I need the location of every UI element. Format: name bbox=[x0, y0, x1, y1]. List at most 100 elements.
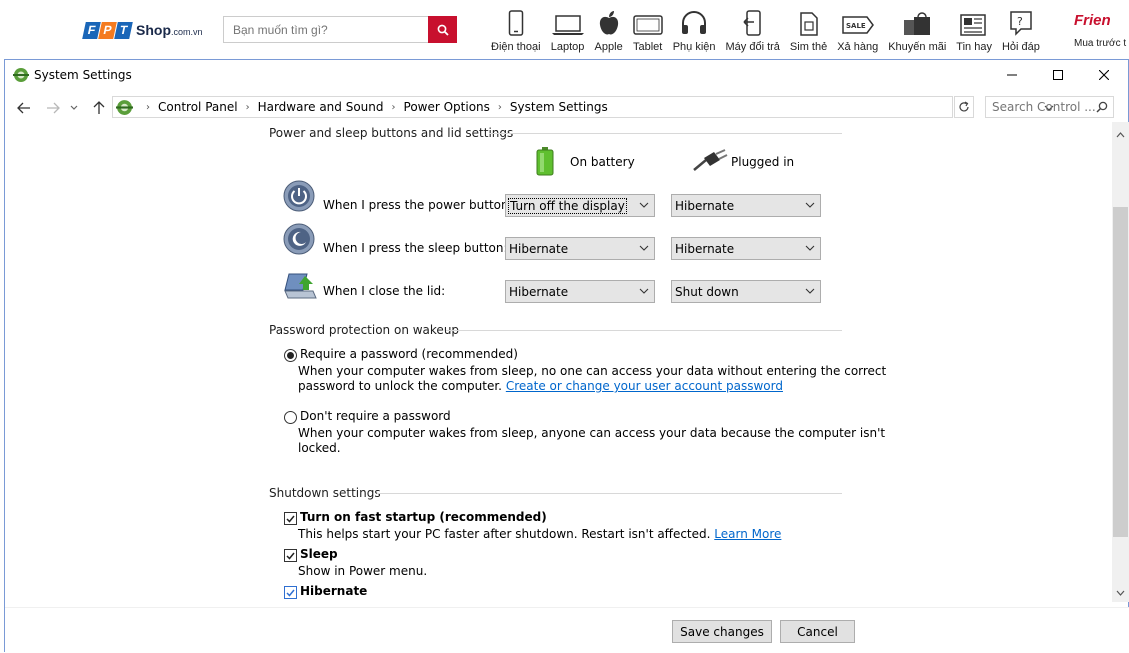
window-title: System Settings bbox=[34, 68, 132, 82]
scroll-down-button[interactable] bbox=[1116, 588, 1125, 597]
control-panel-search-input[interactable] bbox=[992, 100, 1096, 114]
forward-button[interactable] bbox=[43, 99, 63, 117]
category-phu-kien[interactable]: Phụ kiện bbox=[670, 4, 719, 54]
save-changes-button[interactable]: Save changes bbox=[672, 620, 772, 643]
logo-letter: T bbox=[114, 21, 133, 39]
fpt-shop-logo[interactable]: F P T Shop .com.vn bbox=[82, 16, 203, 44]
change-password-link[interactable]: Create or change your user account passw… bbox=[506, 379, 783, 393]
no-password-radio[interactable] bbox=[284, 411, 297, 424]
battery-icon bbox=[536, 147, 554, 176]
hibernate-label[interactable]: Hibernate bbox=[300, 584, 367, 598]
sleep-button-battery-select[interactable]: Hibernate bbox=[505, 237, 655, 260]
breadcrumb-separator[interactable]: › bbox=[392, 102, 396, 113]
arrow-right-icon bbox=[47, 102, 60, 114]
category-label: Xả hàng bbox=[837, 41, 879, 53]
description-line: When your computer wakes from sleep, no … bbox=[298, 364, 887, 378]
site-search-input[interactable] bbox=[223, 16, 428, 43]
sleep-button-label: When I press the sleep button: bbox=[323, 241, 508, 255]
breadcrumb-power-options[interactable]: Power Options bbox=[404, 100, 490, 114]
refresh-button[interactable] bbox=[954, 96, 974, 118]
require-password-radio[interactable] bbox=[284, 349, 297, 362]
sleep-button-icon bbox=[283, 223, 315, 255]
description-text: password to unlock the computer. bbox=[298, 379, 502, 393]
site-search-button[interactable] bbox=[428, 16, 457, 43]
checkmark-icon bbox=[286, 515, 295, 523]
close-lid-plugged-select[interactable]: Shut down bbox=[671, 280, 821, 303]
fast-startup-description: This helps start your PC faster after sh… bbox=[298, 527, 781, 542]
sim-card-icon bbox=[799, 12, 818, 36]
chevron-up-icon bbox=[1116, 131, 1125, 137]
search-icon bbox=[437, 24, 449, 36]
sleep-checkbox[interactable] bbox=[284, 549, 297, 562]
fpt-shop-header: F P T Shop .com.vn Điện thoại Laptop App… bbox=[0, 0, 1129, 60]
category-label: Sim thẻ bbox=[789, 41, 828, 53]
require-password-label[interactable]: Require a password (recommended) bbox=[300, 347, 518, 361]
breadcrumb-separator[interactable]: › bbox=[498, 102, 502, 113]
newspaper-icon bbox=[960, 14, 986, 36]
control-panel-search[interactable] bbox=[985, 96, 1114, 118]
close-lid-battery-select[interactable]: Hibernate bbox=[505, 280, 655, 303]
fpt-friends-link[interactable]: Frien Mua trước t bbox=[1074, 8, 1129, 54]
fast-startup-option[interactable]: Turn on fast startup (recommended) bbox=[284, 510, 547, 525]
breadcrumb-separator[interactable]: › bbox=[246, 102, 250, 113]
apple-icon bbox=[599, 11, 618, 35]
maximize-button[interactable] bbox=[1035, 60, 1081, 90]
chevron-down-icon bbox=[1116, 590, 1125, 596]
learn-more-link[interactable]: Learn More bbox=[714, 527, 781, 541]
sleep-description: Show in Power menu. bbox=[298, 564, 428, 578]
no-password-option[interactable]: Don't require a password bbox=[284, 409, 451, 424]
chevron-down-icon bbox=[805, 288, 815, 294]
category-xa-hang[interactable]: SALE Xả hàng bbox=[834, 4, 881, 54]
select-value: Hibernate bbox=[509, 284, 569, 299]
recent-locations-button[interactable] bbox=[68, 99, 80, 117]
fast-startup-label[interactable]: Turn on fast startup (recommended) bbox=[300, 510, 547, 524]
friend-brand-text: Frien bbox=[1074, 12, 1111, 29]
power-plug-icon bbox=[693, 149, 728, 171]
category-may-doi-tra[interactable]: Máy đổi trả bbox=[723, 4, 783, 54]
category-laptop[interactable]: Laptop bbox=[548, 4, 588, 54]
require-password-option[interactable]: Require a password (recommended) bbox=[284, 347, 518, 362]
power-button-plugged-select[interactable]: Hibernate bbox=[671, 194, 821, 217]
scroll-up-button[interactable] bbox=[1116, 130, 1125, 139]
power-button-battery-select[interactable]: Turn off the display bbox=[505, 194, 655, 217]
phone-icon bbox=[508, 10, 524, 36]
shopping-bag-icon bbox=[904, 12, 931, 35]
close-button[interactable] bbox=[1081, 60, 1127, 90]
up-button[interactable] bbox=[89, 99, 109, 117]
password-section-title: Password protection on wakeup bbox=[269, 323, 460, 337]
control-panel-icon bbox=[13, 68, 29, 82]
breadcrumb-hardware-and-sound[interactable]: Hardware and Sound bbox=[258, 100, 384, 114]
breadcrumb-control-panel[interactable]: Control Panel bbox=[158, 100, 238, 114]
scrollbar-thumb[interactable] bbox=[1113, 207, 1128, 537]
title-bar[interactable]: System Settings bbox=[5, 60, 1129, 90]
minimize-button[interactable] bbox=[989, 60, 1035, 90]
category-tablet[interactable]: Tablet bbox=[630, 4, 666, 54]
category-label: Tin hay bbox=[956, 41, 992, 53]
vertical-scrollbar[interactable] bbox=[1112, 122, 1129, 602]
hibernate-checkbox[interactable] bbox=[284, 586, 297, 599]
breadcrumb-system-settings[interactable]: System Settings bbox=[510, 100, 608, 114]
breadcrumb-separator[interactable]: › bbox=[146, 102, 150, 113]
sale-tag-icon: SALE bbox=[841, 16, 874, 34]
address-bar[interactable]: › Control Panel › Hardware and Sound › P… bbox=[112, 96, 1054, 118]
laptop-lid-icon bbox=[284, 273, 317, 299]
back-button[interactable] bbox=[14, 99, 34, 117]
no-password-label[interactable]: Don't require a password bbox=[300, 409, 451, 423]
hibernate-option[interactable]: Hibernate bbox=[284, 584, 367, 599]
category-hoi-dap[interactable]: ? Hỏi đáp bbox=[999, 4, 1043, 54]
category-tin-hay[interactable]: Tin hay bbox=[953, 4, 995, 54]
sleep-label[interactable]: Sleep bbox=[300, 547, 338, 561]
sleep-button-plugged-select[interactable]: Hibernate bbox=[671, 237, 821, 260]
category-dien-thoai[interactable]: Điện thoại bbox=[488, 4, 544, 54]
cancel-button[interactable]: Cancel bbox=[780, 620, 855, 643]
sleep-option[interactable]: Sleep bbox=[284, 547, 338, 562]
category-sim-the[interactable]: Sim thẻ bbox=[787, 4, 830, 54]
friend-label: Mua trước t bbox=[1074, 38, 1127, 49]
category-label: Apple bbox=[594, 41, 623, 53]
category-apple[interactable]: Apple bbox=[592, 4, 626, 54]
category-label: Hỏi đáp bbox=[1001, 41, 1040, 53]
radio-selected-dot bbox=[287, 352, 294, 359]
select-value: Turn off the display bbox=[508, 197, 627, 214]
category-khuyen-mai[interactable]: Khuyến mãi bbox=[885, 4, 949, 54]
fast-startup-checkbox[interactable] bbox=[284, 512, 297, 525]
